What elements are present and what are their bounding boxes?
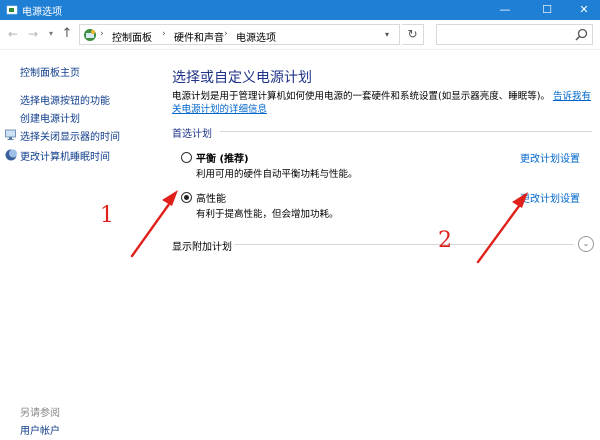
refresh-button[interactable]: ↻ <box>402 24 424 45</box>
title-bar: 电源选项 — ☐ ✕ <box>0 0 600 20</box>
breadcrumb-power-options[interactable]: 电源选项 <box>236 29 276 44</box>
sidebar-link-sleep-time[interactable]: 更改计算机睡眠时间 <box>20 148 110 163</box>
preferred-plans-label: 首选计划 <box>172 129 212 140</box>
minimize-button[interactable]: — <box>486 0 524 20</box>
expand-chevron-icon[interactable]: ⌄ <box>578 236 594 252</box>
sidebar-link-power-buttons[interactable]: 选择电源按钮的功能 <box>20 92 110 107</box>
address-dropdown-icon[interactable]: ▾ <box>385 30 389 39</box>
power-options-icon <box>6 5 18 15</box>
sidebar-link-display-off-time[interactable]: 选择关闭显示器的时间 <box>20 128 120 143</box>
sidebar-link-control-panel-home[interactable]: 控制面板主页 <box>20 64 80 79</box>
balanced-plan-description: 利用可用的硬件自动平衡功耗与性能。 <box>196 169 358 180</box>
additional-plans-divider <box>234 244 574 245</box>
page-title: 选择或自定义电源计划 <box>172 70 312 86</box>
balanced-plan-radio[interactable] <box>181 152 192 163</box>
window-title: 电源选项 <box>22 7 62 18</box>
page-description: 电源计划是用于管理计算机如何使用电源的一套硬件和系统设置(如显示器亮度、睡眠等)… <box>172 90 592 116</box>
high-performance-plan-name[interactable]: 高性能 <box>196 190 226 205</box>
high-performance-plan-radio[interactable] <box>181 192 192 203</box>
breadcrumb-control-panel[interactable]: 控制面板 <box>112 29 152 44</box>
recent-locations-chevron-icon[interactable]: ▾ <box>44 27 58 41</box>
annotation-label-1: 1 <box>100 203 114 228</box>
search-icon <box>575 28 588 41</box>
balanced-plan-name[interactable]: 平衡 (推荐) <box>196 150 249 165</box>
back-arrow-icon[interactable]: ← <box>6 27 20 41</box>
breadcrumb-hardware-sound[interactable]: 硬件和声音 <box>174 29 224 44</box>
breadcrumb-separator: › <box>224 29 228 39</box>
maximize-button[interactable]: ☐ <box>528 0 566 20</box>
sleep-moon-icon <box>5 149 17 161</box>
annotation-label-2: 2 <box>438 228 452 253</box>
high-performance-plan-description: 有利于提高性能，但会增加功耗。 <box>196 209 339 220</box>
section-divider <box>220 131 592 132</box>
sidebar-link-create-plan[interactable]: 创建电源计划 <box>20 110 80 125</box>
close-button[interactable]: ✕ <box>565 0 600 20</box>
up-arrow-icon[interactable]: ↑ <box>60 27 74 41</box>
see-also-heading: 另请参阅 <box>20 408 60 419</box>
forward-arrow-icon[interactable]: → <box>26 27 40 41</box>
breadcrumb-separator: › <box>162 29 166 39</box>
sidebar-link-user-accounts[interactable]: 用户帐户 <box>20 422 60 437</box>
search-input[interactable] <box>436 24 593 45</box>
display-shield-icon <box>5 129 16 140</box>
address-bar[interactable]: › 控制面板 › 硬件和声音 › 电源选项 ▾ <box>79 24 400 45</box>
control-panel-icon <box>84 29 96 41</box>
navigation-bar: ← → ▾ ↑ › 控制面板 › 硬件和声音 › 电源选项 ▾ ↻ <box>0 20 600 50</box>
annotation-layer <box>130 190 528 264</box>
change-balanced-plan-link[interactable]: 更改计划设置 <box>520 150 580 165</box>
change-high-performance-plan-link[interactable]: 更改计划设置 <box>520 190 580 205</box>
show-additional-plans-label[interactable]: 显示附加计划 <box>172 238 232 253</box>
description-text: 电源计划是用于管理计算机如何使用电源的一套硬件和系统设置(如显示器亮度、睡眠等)… <box>172 91 550 102</box>
breadcrumb-separator: › <box>100 29 104 39</box>
